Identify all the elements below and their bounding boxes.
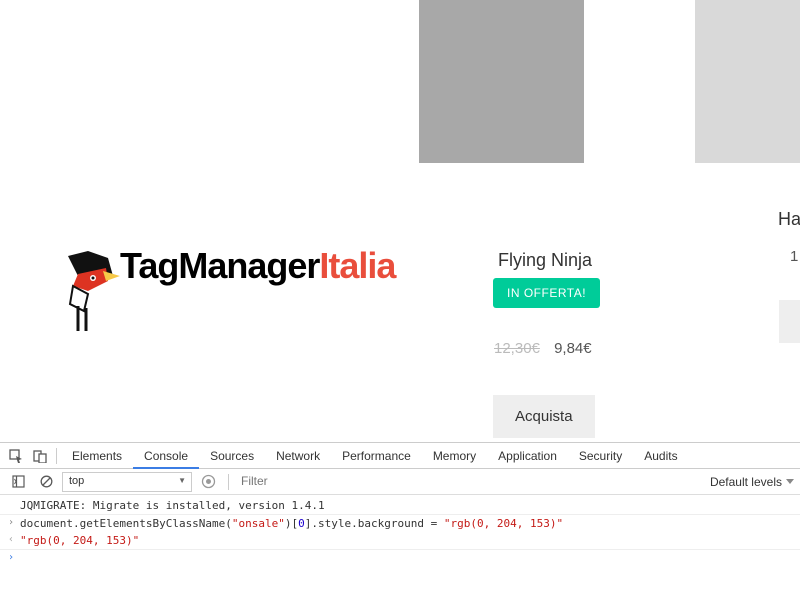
console-toolbar: top Default levels (0, 469, 800, 495)
sale-badge: IN OFFERTA! (493, 278, 600, 308)
console-output-line: "rgb(0, 204, 153)" (20, 534, 794, 547)
console-input-line: document.getElementsByClassName("onsale"… (20, 517, 794, 530)
price-2: 1 (790, 248, 798, 265)
devtools-panel: Elements Console Sources Network Perform… (0, 442, 800, 600)
tab-application[interactable]: Application (487, 443, 568, 469)
context-selector[interactable]: top (62, 472, 192, 492)
logo: TagManagerItalia (50, 245, 460, 287)
tab-security[interactable]: Security (568, 443, 633, 469)
tab-audits[interactable]: Audits (633, 443, 688, 469)
tab-elements[interactable]: Elements (61, 443, 133, 469)
inspect-element-icon[interactable] (4, 444, 28, 468)
price-row: 12,30€ 9,84€ (494, 340, 592, 357)
console-filter-input[interactable] (237, 472, 607, 491)
page-content: TagManagerItalia Flying Ninja IN OFFERTA… (0, 0, 800, 442)
prompt-caret-icon: › (8, 552, 20, 563)
log-levels-selector[interactable]: Default levels (710, 475, 794, 489)
console-sidebar-icon[interactable] (6, 470, 30, 494)
buy-button[interactable]: Acquista (493, 395, 595, 438)
devtools-tabbar: Elements Console Sources Network Perform… (0, 443, 800, 469)
output-caret-icon: ‹ (8, 534, 20, 545)
device-toolbar-icon[interactable] (28, 444, 52, 468)
console-log-line: JQMIGRATE: Migrate is installed, version… (20, 499, 794, 512)
input-caret-icon: › (8, 517, 20, 528)
logo-text-main: TagManager (120, 245, 319, 286)
clear-console-icon[interactable] (34, 470, 58, 494)
console-output[interactable]: JQMIGRATE: Migrate is installed, version… (0, 495, 800, 567)
product-title[interactable]: Flying Ninja (498, 250, 592, 271)
new-price: 9,84€ (554, 340, 592, 357)
tab-performance[interactable]: Performance (331, 443, 422, 469)
live-expression-icon[interactable] (196, 470, 220, 494)
tab-sources[interactable]: Sources (199, 443, 265, 469)
product-image-tshirt[interactable] (695, 0, 800, 163)
buy-button-2[interactable]: Ac (779, 300, 800, 343)
logo-text-italia: Italia (319, 245, 395, 286)
product-image-ninja[interactable] (419, 0, 584, 163)
tab-network[interactable]: Network (265, 443, 331, 469)
old-price: 12,30€ (494, 340, 540, 357)
tab-console[interactable]: Console (133, 443, 199, 469)
tab-memory[interactable]: Memory (422, 443, 487, 469)
product-title-2[interactable]: Hap (778, 209, 800, 230)
